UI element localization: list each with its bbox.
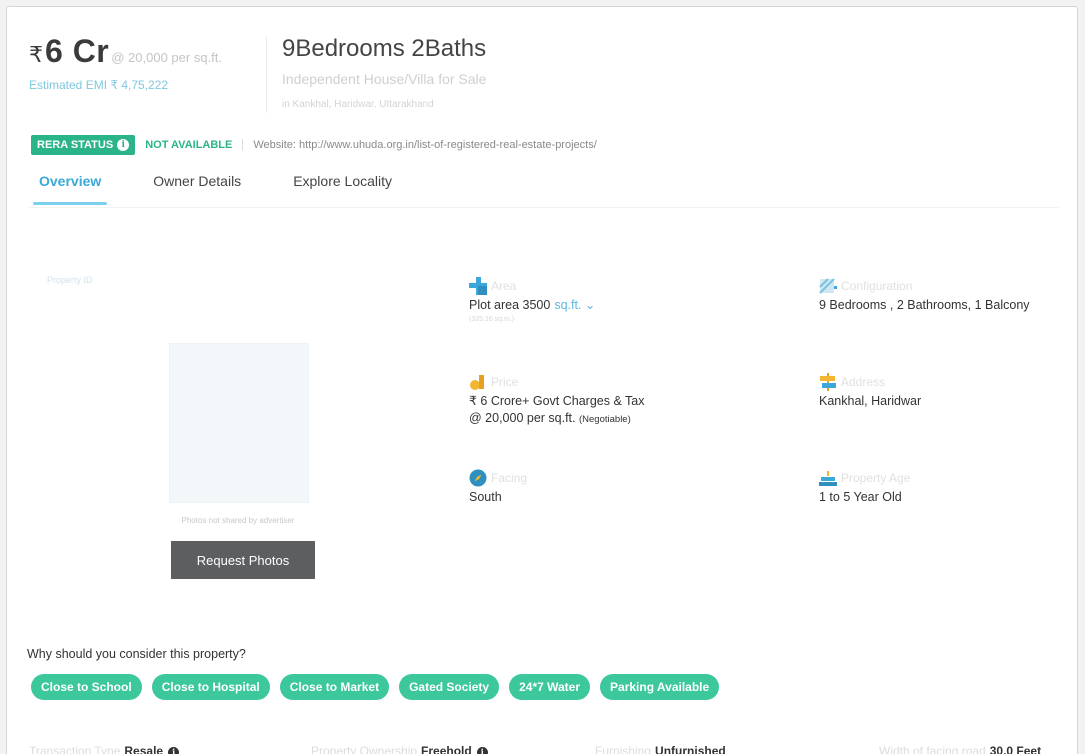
info-icon[interactable]: i [168,747,180,754]
rera-status: NOT AVAILABLE [145,139,233,151]
property-id: Property ID [47,275,93,285]
price-label: Price [491,375,519,389]
tab-explore-locality[interactable]: Explore Locality [287,173,398,205]
chip-24x7-water[interactable]: 24*7 Water [509,674,591,700]
area-unit-select[interactable]: sq.ft. ⌄ [554,298,595,312]
configuration-icon [819,277,837,295]
rera-row: RERA STATUS i NOT AVAILABLE Website: htt… [31,135,597,155]
address-value: Kankhal, Haridwar [819,394,922,408]
chip-close-to-hospital[interactable]: Close to Hospital [151,674,270,700]
signpost-icon [819,373,837,391]
price-detail-line1: ₹ 6 Crore+ Govt Charges & Tax [469,394,645,408]
info-icon[interactable]: i [117,139,130,151]
fact-transaction-type: Transaction Type Resale i [29,744,180,754]
header-divider [266,37,267,113]
price-tag-icon [469,373,487,391]
tab-overview[interactable]: Overview [33,173,108,205]
price-block: ₹ 6 Cr @ 20,000 per sq.ft. Estimated EMI… [29,33,222,92]
chip-close-to-school[interactable]: Close to School [31,674,142,700]
cake-icon [819,469,837,487]
photo-panel: Property ID Photos not shared by adverti… [33,263,443,583]
feature-facing: Facing South [469,469,527,506]
chip-gated-society[interactable]: Gated Society [399,674,500,700]
request-photos-button[interactable]: Request Photos [171,541,315,579]
emi-link[interactable]: Estimated EMI ₹ 4,75,222 [29,78,222,92]
tab-bar: Overview Owner Details Explore Locality [33,173,438,205]
rera-website[interactable]: Website: http://www.uhuda.org.in/list-of… [253,139,596,151]
feature-property-age: Property Age 1 to 5 Year Old [819,469,910,506]
property-age-value: 1 to 5 Year Old [819,490,902,504]
property-page: ₹ 6 Cr @ 20,000 per sq.ft. Estimated EMI… [6,6,1078,754]
photo-note: Photos not shared by advertiser [181,516,295,525]
tab-underline [29,207,1059,208]
fact-facing-road-width: Width of facing road 30.0 Feet [879,744,1042,754]
feature-price: Price ₹ 6 Crore+ Govt Charges & Tax @ 20… [469,373,645,428]
property-type: Independent House/Villa for Sale [282,71,487,87]
price-detail-line2: @ 20,000 per sq.ft. [469,411,576,425]
chip-parking-available[interactable]: Parking Available [600,674,720,700]
price-value: 6 Cr [45,33,110,69]
info-icon[interactable]: i [476,747,488,754]
chip-close-to-market[interactable]: Close to Market [279,674,390,700]
locality: in Kankhal, Haridwar, Uttarakhand [282,99,434,110]
compass-icon [469,469,487,487]
rupee-symbol: ₹ [29,42,43,67]
configuration-label: Configuration [841,279,913,293]
property-age-label: Property Age [841,471,911,485]
title-block: 9Bedrooms 2Baths Independent House/Villa… [282,35,486,110]
price-detail: ₹ 6 Crore+ Govt Charges & Tax @ 20,000 p… [469,393,645,428]
facing-value: South [469,490,502,504]
page-title: 9Bedrooms 2Baths [282,35,487,62]
fact-property-ownership: Property Ownership Freehold i [311,744,488,754]
rera-badge-label: RERA STATUS [37,139,114,151]
area-sqm: (325.16 sq.m.) [469,316,515,323]
highlight-chips: Close to School Close to Hospital Close … [31,674,729,700]
area-value: Plot area 3500 [469,298,551,312]
rera-separator [242,139,244,151]
why-consider-heading: Why should you consider this property? [27,647,246,661]
feature-address: Address Kankhal, Haridwar [819,373,921,410]
address-label: Address [841,375,886,389]
area-label: Area [491,279,517,293]
configuration-value: 9 Bedrooms , 2 Bathrooms, 1 Balcony [819,298,1030,312]
rera-badge: RERA STATUS i [31,135,136,155]
negotiable-tag: (Negotiable) [579,414,631,425]
chevron-down-icon: ⌄ [584,298,596,312]
area-icon [469,277,487,295]
building-placeholder-icon [169,343,309,503]
fact-furnishing: Furnishing Unfurnished [595,744,726,754]
price-per-sqft: @ 20,000 per sq.ft. [111,50,223,65]
facing-label: Facing [491,471,528,485]
feature-configuration: Configuration 9 Bedrooms , 2 Bathrooms, … [819,277,1030,314]
feature-area: Area Plot area 3500 sq.ft. ⌄ (325.16 sq.m… [469,277,595,323]
tab-owner-details[interactable]: Owner Details [147,173,247,205]
